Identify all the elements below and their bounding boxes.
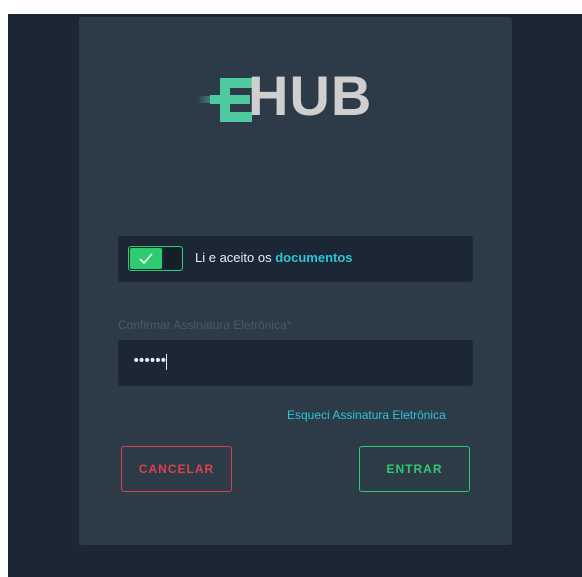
page: HUB Li e aceito os documentos Confirmar …	[0, 0, 582, 577]
cancel-button[interactable]: CANCELAR	[121, 446, 232, 492]
documents-link[interactable]: documentos	[275, 250, 352, 265]
forgot-signature-link[interactable]: Esqueci Assinatura Eletrônica	[287, 408, 446, 422]
check-icon	[139, 253, 153, 265]
toggle-on-track	[130, 248, 162, 269]
terms-toggle[interactable]	[128, 246, 183, 271]
terms-row: Li e aceito os documentos	[118, 236, 473, 282]
logo-text: HUB	[248, 64, 373, 127]
signature-value: ••••••	[132, 353, 168, 369]
text-caret	[166, 354, 167, 370]
terms-label: Li e aceito os documentos	[195, 250, 353, 265]
signature-input[interactable]: ••••••	[118, 340, 473, 386]
enter-button[interactable]: ENTRAR	[359, 446, 470, 492]
signature-label: Confirmar Assinatura Eletrônica*	[118, 318, 292, 332]
toggle-knob	[164, 248, 181, 269]
terms-text: Li e aceito os	[195, 250, 272, 265]
